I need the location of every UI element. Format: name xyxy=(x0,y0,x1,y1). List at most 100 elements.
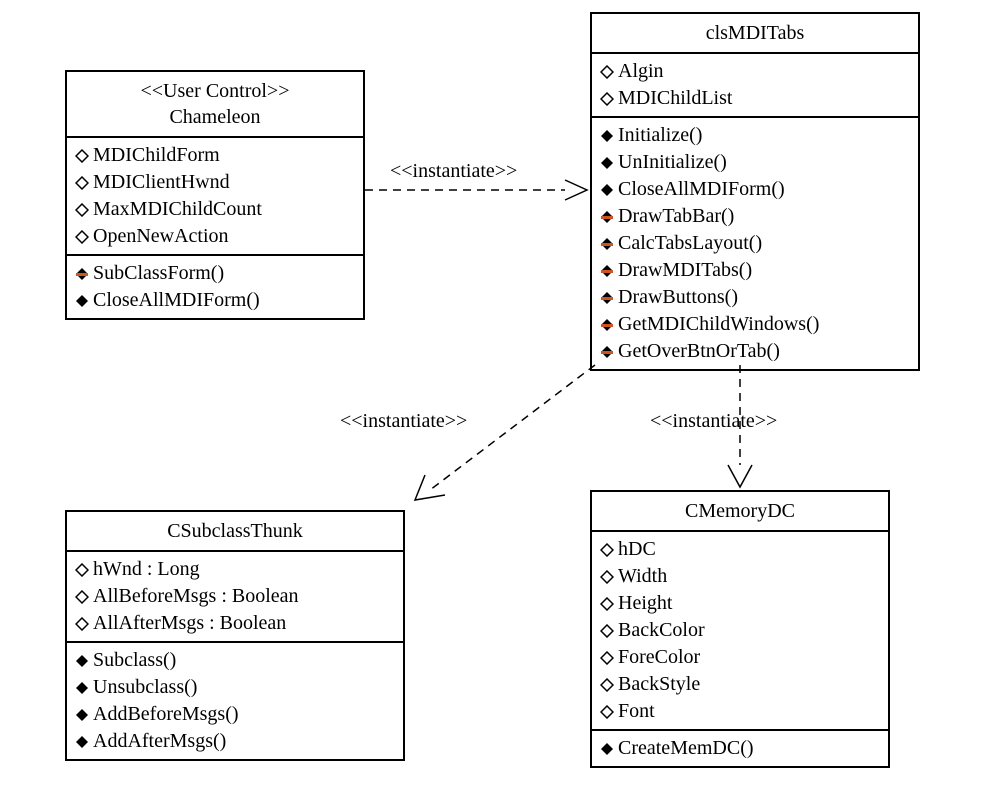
attribute-row: Height xyxy=(600,590,880,617)
class-header: CSubclassThunk xyxy=(67,512,403,552)
attribute-label: hDC xyxy=(618,536,656,563)
attributes: hWnd : Long AllBeforeMsgs : Boolean AllA… xyxy=(67,552,403,643)
class-name: CMemoryDC xyxy=(600,498,880,524)
attribute-row: ForeColor xyxy=(600,644,880,671)
private-op-icon xyxy=(600,318,614,332)
operations: CreateMemDC() xyxy=(592,731,888,766)
private-op-icon xyxy=(600,345,614,359)
attribute-label: MaxMDIChildCount xyxy=(93,196,262,223)
attribute-row: MDIChildList xyxy=(600,85,910,112)
attribute-row: Font xyxy=(600,698,880,725)
class-name: Chameleon xyxy=(75,104,355,130)
operation-row: UnInitialize() xyxy=(600,149,910,176)
attribute-row: hWnd : Long xyxy=(75,556,395,583)
attribute-row: AllBeforeMsgs : Boolean xyxy=(75,583,395,610)
operations: Initialize() UnInitialize() CloseAllMDIF… xyxy=(592,118,918,369)
operation-row: CloseAllMDIForm() xyxy=(600,176,910,203)
public-op-icon xyxy=(75,654,89,668)
operation-label: CloseAllMDIForm() xyxy=(93,287,260,314)
property-icon xyxy=(75,563,89,577)
instantiate-label-1: <<instantiate>> xyxy=(390,160,517,183)
operation-row: AddBeforeMsgs() xyxy=(75,701,395,728)
property-icon xyxy=(600,624,614,638)
connector-clsmditabs-to-csubclassthunk xyxy=(405,365,605,510)
attribute-label: AllAfterMsgs : Boolean xyxy=(93,610,286,637)
attributes: hDC Width Height BackColor ForeColor Bac… xyxy=(592,532,888,731)
property-icon xyxy=(600,597,614,611)
property-icon xyxy=(75,203,89,217)
operation-label: Unsubclass() xyxy=(93,674,197,701)
property-icon xyxy=(600,65,614,79)
class-csubclassthunk: CSubclassThunk hWnd : Long AllBeforeMsgs… xyxy=(65,510,405,761)
property-icon xyxy=(75,617,89,631)
class-header: clsMDITabs xyxy=(592,14,918,54)
public-op-icon xyxy=(75,294,89,308)
property-icon xyxy=(75,590,89,604)
operation-label: CalcTabsLayout() xyxy=(618,230,762,257)
attribute-row: Width xyxy=(600,563,880,590)
class-header: <<User Control>> Chameleon xyxy=(67,72,363,138)
operation-label: Initialize() xyxy=(618,122,702,149)
operation-row: DrawButtons() xyxy=(600,284,910,311)
operation-label: DrawTabBar() xyxy=(618,203,734,230)
private-op-icon xyxy=(75,267,89,281)
private-op-icon xyxy=(600,264,614,278)
public-op-icon xyxy=(75,735,89,749)
property-icon xyxy=(600,570,614,584)
public-op-icon xyxy=(600,742,614,756)
property-icon xyxy=(600,705,614,719)
operation-label: GetMDIChildWindows() xyxy=(618,311,819,338)
connector-chameleon-to-clsmditabs xyxy=(365,180,590,220)
attribute-label: Width xyxy=(618,563,667,590)
attribute-row: BackStyle xyxy=(600,671,880,698)
attribute-row: AllAfterMsgs : Boolean xyxy=(75,610,395,637)
operation-row: Subclass() xyxy=(75,647,395,674)
attribute-row: BackColor xyxy=(600,617,880,644)
attribute-label: hWnd : Long xyxy=(93,556,200,583)
private-op-icon xyxy=(600,291,614,305)
attribute-row: MDIClientHwnd xyxy=(75,169,355,196)
operation-row: GetMDIChildWindows() xyxy=(600,311,910,338)
attributes: MDIChildForm MDIClientHwnd MaxMDIChildCo… xyxy=(67,138,363,256)
public-op-icon xyxy=(600,129,614,143)
attributes: Algin MDIChildList xyxy=(592,54,918,118)
property-icon xyxy=(600,92,614,106)
attribute-label: Height xyxy=(618,590,672,617)
attribute-label: MDIChildList xyxy=(618,85,732,112)
class-cmemorydc: CMemoryDC hDC Width Height BackColor For… xyxy=(590,490,890,768)
operation-row: Unsubclass() xyxy=(75,674,395,701)
operation-row: SubClassForm() xyxy=(75,260,355,287)
attribute-label: OpenNewAction xyxy=(93,223,229,250)
class-name: CSubclassThunk xyxy=(75,518,395,544)
property-icon xyxy=(600,651,614,665)
class-name: clsMDITabs xyxy=(600,20,910,46)
operation-label: UnInitialize() xyxy=(618,149,727,176)
operation-row: Initialize() xyxy=(600,122,910,149)
operation-row: CloseAllMDIForm() xyxy=(75,287,355,314)
private-op-icon xyxy=(600,210,614,224)
operation-label: AddBeforeMsgs() xyxy=(93,701,239,728)
stereotype: <<User Control>> xyxy=(75,78,355,104)
operation-row: AddAfterMsgs() xyxy=(75,728,395,755)
operation-row: DrawTabBar() xyxy=(600,203,910,230)
instantiate-label-2: <<instantiate>> xyxy=(340,410,467,433)
attribute-label: ForeColor xyxy=(618,644,700,671)
operation-label: DrawMDITabs() xyxy=(618,257,752,284)
attribute-label: BackColor xyxy=(618,617,705,644)
class-header: CMemoryDC xyxy=(592,492,888,532)
attribute-label: Font xyxy=(618,698,655,725)
attribute-label: AllBeforeMsgs : Boolean xyxy=(93,583,299,610)
private-op-icon xyxy=(600,237,614,251)
operation-label: CreateMemDC() xyxy=(618,735,754,762)
operation-row: GetOverBtnOrTab() xyxy=(600,338,910,365)
attribute-label: BackStyle xyxy=(618,671,700,698)
operation-label: CloseAllMDIForm() xyxy=(618,176,785,203)
attribute-label: MDIClientHwnd xyxy=(93,169,230,196)
attribute-row: MDIChildForm xyxy=(75,142,355,169)
class-clsmditabs: clsMDITabs Algin MDIChildList Initialize… xyxy=(590,12,920,371)
operation-label: SubClassForm() xyxy=(93,260,224,287)
instantiate-label-3: <<instantiate>> xyxy=(650,410,777,433)
property-icon xyxy=(75,230,89,244)
operation-row: CalcTabsLayout() xyxy=(600,230,910,257)
property-icon xyxy=(600,678,614,692)
